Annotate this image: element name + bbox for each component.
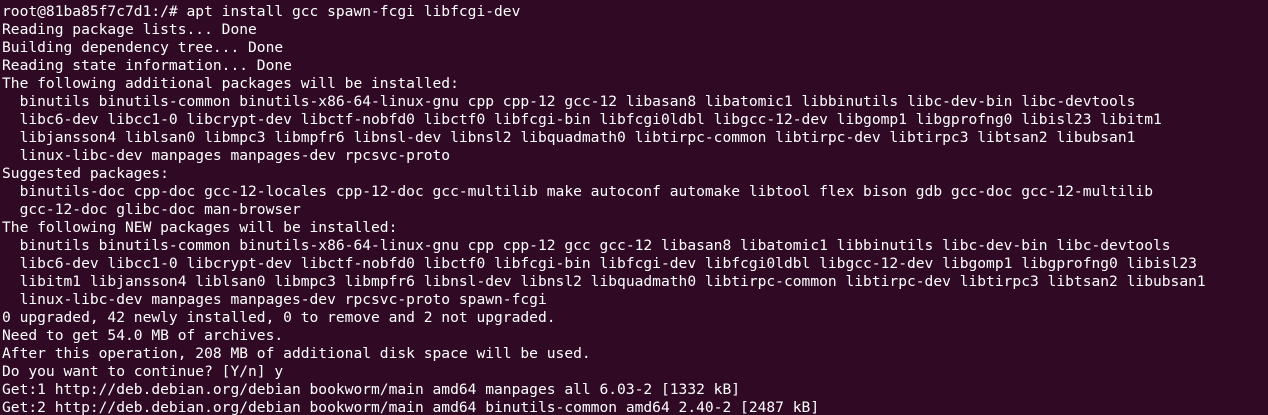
terminal-line: Need to get 54.0 MB of archives.: [2, 327, 284, 344]
terminal-line: Reading state information... Done: [2, 57, 292, 74]
terminal-line: linux-libc-dev manpages manpages-dev rpc…: [2, 147, 451, 164]
terminal-line: binutils binutils-common binutils-x86-64…: [2, 237, 1171, 254]
terminal-line: binutils-doc cpp-doc gcc-12-locales cpp-…: [2, 183, 1153, 200]
terminal-output: root@81ba85f7c7d1:/# apt install gcc spa…: [2, 3, 1206, 415]
terminal-line: The following NEW packages will be insta…: [2, 219, 398, 236]
terminal-line: linux-libc-dev manpages manpages-dev rpc…: [2, 291, 547, 308]
terminal-line: libc6-dev libcc1-0 libcrypt-dev libctf-n…: [2, 111, 1162, 128]
terminal-line: Building dependency tree... Done: [2, 39, 284, 56]
terminal-line: Suggested packages:: [2, 165, 169, 182]
terminal-line: gcc-12-doc glibc-doc man-browser: [2, 201, 301, 218]
terminal-line: Do you want to continue? [Y/n] y: [2, 363, 284, 380]
terminal-line: libc6-dev libcc1-0 libcrypt-dev libctf-n…: [2, 255, 1197, 272]
terminal-line: Get:2 http://deb.debian.org/debian bookw…: [2, 399, 820, 415]
terminal-line: Reading package lists... Done: [2, 21, 257, 38]
terminal-line: libitm1 libjansson4 liblsan0 libmpc3 lib…: [2, 273, 1206, 290]
terminal-line: After this operation, 208 MB of addition…: [2, 345, 591, 362]
terminal-line: binutils binutils-common binutils-x86-64…: [2, 93, 1136, 110]
terminal-line: 0 upgraded, 42 newly installed, 0 to rem…: [2, 309, 556, 326]
terminal-line: Get:1 http://deb.debian.org/debian bookw…: [2, 381, 741, 398]
terminal-window[interactable]: root@81ba85f7c7d1:/# apt install gcc spa…: [0, 0, 1268, 415]
command-prompt-line: root@81ba85f7c7d1:/# apt install gcc spa…: [2, 3, 521, 20]
terminal-line: The following additional packages will b…: [2, 75, 459, 92]
terminal-line: libjansson4 liblsan0 libmpc3 libmpfr6 li…: [2, 129, 1136, 146]
